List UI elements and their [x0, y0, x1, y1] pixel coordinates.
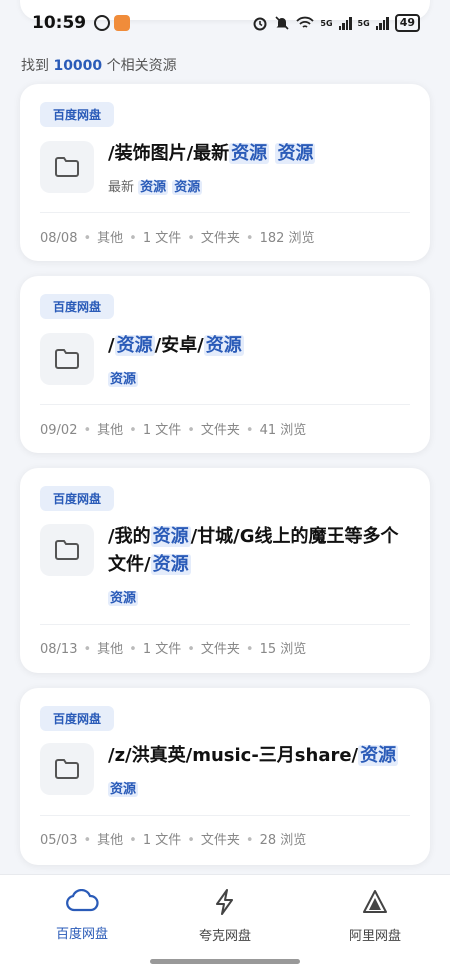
- lightning-icon: [216, 889, 233, 915]
- nav-label: 阿里网盘: [348, 929, 401, 944]
- result-card[interactable]: 百度网盘 / 资源/安卓/资源 资源 09/02 • 其他 • 1 文件 • 文件夹 • 41 浏…: [20, 276, 430, 453]
- nav-label: 夸克网盘: [198, 929, 251, 944]
- result-card[interactable]: 百度网盘 /z/洪真英/music-三月share/资源 资源 05/03 • 其他…: [20, 688, 430, 865]
- result-subtitle: 资源: [108, 368, 139, 387]
- triangle-icon: [363, 890, 387, 913]
- result-meta: 09/02 • 其他 • 1 文件 • 文件夹 • 41 浏览: [40, 423, 307, 438]
- alarm-icon: [253, 17, 267, 31]
- meta-item: 05/03: [40, 833, 78, 848]
- meta-item: 文件夹: [200, 642, 240, 657]
- wifi-icon: [296, 16, 315, 28]
- result-subtitle: 资源: [108, 587, 139, 606]
- meta-item: 其他: [97, 642, 124, 657]
- result-meta: 05/03 • 其他 • 1 文件 • 文件夹 • 28 浏览: [40, 833, 307, 848]
- bottom-nav: 百度网盘 夸克网盘 阿里网盘: [0, 874, 450, 974]
- highlight-keyword: 资源: [108, 782, 139, 797]
- network-type-1: 5G: [320, 18, 333, 28]
- meta-item: 文件夹: [200, 231, 240, 246]
- nav-tab-baidu[interactable]: 百度网盘: [22, 888, 142, 942]
- meta-item: 08/08: [40, 231, 78, 246]
- battery-indicator: 49: [394, 14, 420, 32]
- result-title: /我的 资源/甘城/G线上的魔王等多个文件/资源: [108, 526, 399, 575]
- highlight-keyword: 资源: [114, 335, 155, 356]
- nav-label: 百度网盘: [55, 927, 108, 942]
- folder-icon: [55, 349, 79, 369]
- result-title: /z/洪真英/music-三月share/资源: [108, 745, 399, 766]
- highlight-keyword: 资源: [229, 143, 270, 164]
- meta-item: 41 浏览: [259, 423, 307, 438]
- result-title: /装饰图片/最新 资源 资源: [108, 143, 316, 164]
- meta-item: 其他: [97, 833, 124, 848]
- result-summary: 找到 10000 个相关资源: [21, 58, 177, 74]
- folder-icon: [55, 540, 79, 560]
- folder-icon: [55, 759, 79, 779]
- folder-icon: [55, 157, 79, 177]
- meta-item: 文件夹: [200, 833, 240, 848]
- signal-icon: [338, 16, 352, 30]
- result-meta: 08/08 • 其他 • 1 文件 • 文件夹 • 182 浏览: [40, 231, 315, 246]
- app-notification-icon: [94, 15, 111, 31]
- source-badge: 百度网盘: [40, 102, 115, 127]
- result-count: 10000: [53, 58, 103, 74]
- nav-tab-aliyun[interactable]: 阿里网盘: [315, 889, 435, 944]
- highlight-keyword: 资源: [108, 591, 139, 606]
- home-indicator: [150, 959, 300, 964]
- source-badge: 百度网盘: [40, 486, 115, 511]
- source-badge: 百度网盘: [40, 294, 115, 319]
- result-card[interactable]: 百度网盘 /装饰图片/最新 资源 资源 最新 资源 资源 08/08 • 其他 • 1 文…: [20, 84, 430, 261]
- meta-item: 09/02: [40, 423, 78, 438]
- result-card[interactable]: 百度网盘 /我的 资源/甘城/G线上的魔王等多个文件/资源 资源 08/13 • 其他…: [20, 468, 430, 673]
- signal-icon-2: [375, 16, 389, 30]
- meta-item: 182 浏览: [259, 231, 315, 246]
- meta-item: 1 文件: [142, 833, 182, 848]
- highlight-keyword: 资源: [203, 335, 244, 356]
- result-meta: 08/13 • 其他 • 1 文件 • 文件夹 • 15 浏览: [40, 642, 307, 657]
- status-bar: 10:59 5G 5G 49: [0, 0, 450, 46]
- result-subtitle: 资源: [108, 778, 139, 797]
- meta-item: 文件夹: [200, 423, 240, 438]
- highlight-keyword: 资源: [358, 745, 399, 766]
- meta-item: 15 浏览: [259, 642, 307, 657]
- meta-item: 1 文件: [142, 231, 182, 246]
- meta-item: 其他: [97, 231, 124, 246]
- highlight-keyword: 资源: [150, 554, 191, 575]
- source-badge: 百度网盘: [40, 706, 115, 731]
- highlight-keyword: 资源: [172, 180, 203, 195]
- meta-item: 28 浏览: [259, 833, 307, 848]
- highlight-keyword: 资源: [108, 372, 139, 387]
- mute-icon: [275, 16, 289, 30]
- network-type-2: 5G: [357, 18, 370, 28]
- nav-tab-quark[interactable]: 夸克网盘: [165, 889, 285, 944]
- app-badge-icon: [114, 15, 131, 31]
- result-subtitle: 最新 资源 资源: [108, 180, 203, 195]
- highlight-keyword: 资源: [150, 526, 191, 547]
- cloud-icon: [66, 888, 99, 912]
- result-title: / 资源/安卓/资源: [108, 335, 244, 356]
- highlight-keyword: 资源: [138, 180, 169, 195]
- meta-item: 1 文件: [142, 642, 182, 657]
- meta-item: 08/13: [40, 642, 78, 657]
- highlight-keyword: 资源: [275, 143, 316, 164]
- meta-item: 1 文件: [142, 423, 182, 438]
- status-time: 10:59: [32, 13, 87, 33]
- meta-item: 其他: [97, 423, 124, 438]
